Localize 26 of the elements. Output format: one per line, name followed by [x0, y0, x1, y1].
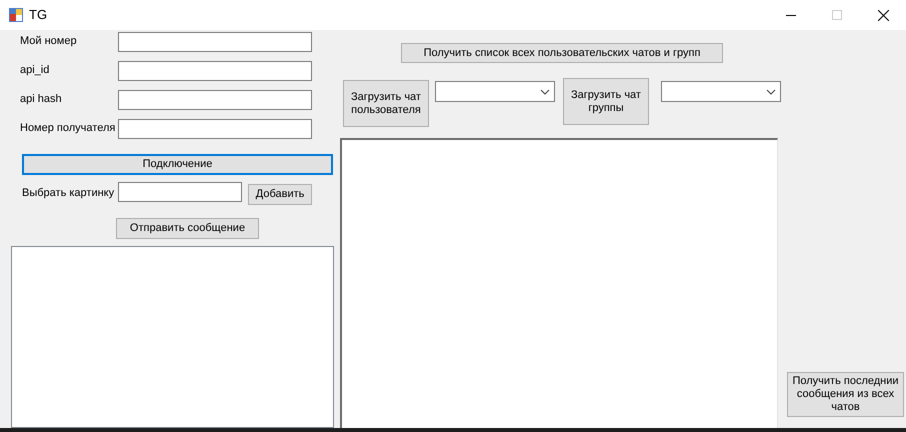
input-field[interactable] [118, 32, 312, 52]
add-button[interactable]: Добавить [248, 184, 312, 205]
input-field[interactable] [118, 61, 312, 81]
maximize-icon [832, 10, 842, 20]
input-field[interactable] [118, 119, 312, 139]
dropdown[interactable] [661, 81, 781, 102]
send-message-button[interactable]: Отправить сообщение [116, 218, 259, 239]
input-field[interactable] [118, 90, 312, 110]
close-icon [878, 10, 888, 20]
field-label: api_id [19, 63, 50, 78]
field-label: api hash [19, 92, 63, 107]
input-field[interactable] [118, 182, 242, 202]
chevron-down-icon [540, 88, 550, 94]
load-user-chat-button[interactable]: Загрузить чат пользователя [343, 80, 429, 127]
app-icon [9, 8, 23, 22]
field-label: Номер получателя [19, 121, 116, 136]
get-last-messages-button[interactable]: Получить последнии сообщения из всех чатов [787, 372, 904, 417]
get-chats-button[interactable]: Получить список всех пользовательских чатов и групп [401, 43, 723, 63]
load-group-chat-button[interactable]: Загрузить чат группы [563, 78, 649, 125]
connect-button[interactable]: Подключение [22, 154, 333, 175]
minimize-icon [786, 14, 796, 16]
chevron-down-icon [766, 88, 776, 94]
field-label: Мой номер [19, 34, 78, 49]
dropdown[interactable] [435, 81, 555, 102]
field-label: Выбрать картинку [21, 186, 116, 201]
window-title: TG [29, 6, 48, 24]
